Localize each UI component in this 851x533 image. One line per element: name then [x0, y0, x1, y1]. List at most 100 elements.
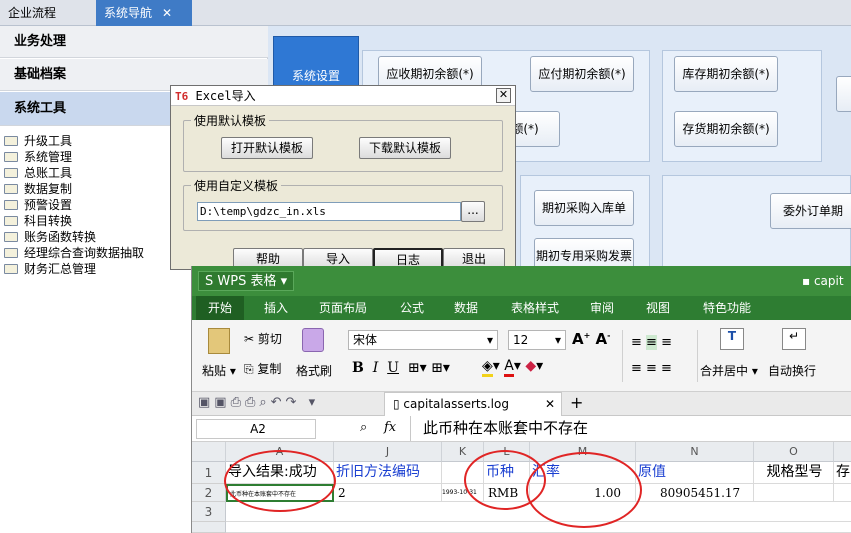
paste-icon[interactable] — [208, 328, 230, 354]
merge-icon[interactable]: T — [720, 328, 744, 350]
column-header[interactable]: J — [334, 442, 442, 462]
row-header[interactable]: 1 — [192, 462, 226, 484]
ribbon: 粘贴 ▾ ✂ 剪切 ⎘ 复制 格式刷 宋体 ▾ 12 ▾ A+ A- B I U ⊞… — [192, 320, 851, 392]
close-icon[interactable]: ✕ — [162, 6, 172, 20]
close-icon[interactable]: ✕ — [545, 393, 561, 415]
tab-label: 系统导航 — [104, 6, 153, 20]
merge-button[interactable]: 合并居中 ▾ — [700, 362, 758, 379]
dropdown-icon: ▾ — [554, 333, 561, 347]
cell-j2[interactable]: 2 — [334, 484, 442, 502]
app-name: WPS 表格 — [217, 274, 277, 289]
fx-icon[interactable]: fx — [384, 420, 396, 435]
excel-import-dialog: T6 Excel导入 ✕ 使用默认模板 打开默认模板 下载默认模板 使用自定义模… — [170, 85, 516, 270]
row-header[interactable]: 2 — [192, 484, 226, 502]
row-4-cells[interactable] — [226, 522, 851, 533]
sidebar-item-query[interactable]: 经理综合查询数据抽取 — [4, 245, 144, 261]
align-icons[interactable]: ≡ ≡ ≡ ≡ ≡ ≡ — [622, 330, 698, 382]
menu-start[interactable]: 开始 — [196, 296, 244, 320]
quick-access-bar: ▣▣⎙⎙⌕↶↷ ▾ ▯ capitalasserts.log ✕ + — [192, 392, 851, 416]
paste-button[interactable]: 粘贴 ▾ — [202, 362, 236, 379]
zoom-icon[interactable]: ⌕ — [360, 420, 367, 435]
format-painter-button[interactable]: 格式刷 — [296, 362, 332, 379]
copy-button[interactable]: ⎘ 复制 — [244, 360, 281, 377]
cut-button[interactable]: ✂ 剪切 — [244, 330, 282, 347]
dialog-titlebar: T6 Excel导入 — [171, 86, 515, 106]
bold-italic-underline-icons[interactable]: B I U ⊞▾ ⊞▾ — [352, 360, 450, 376]
cell-p1[interactable]: 存 — [834, 462, 851, 484]
sidebar-item-label: 总账工具 — [24, 166, 73, 180]
sidebar-item-ledger[interactable]: 总账工具 — [4, 165, 72, 181]
menu-table-style[interactable]: 表格样式 — [500, 296, 570, 320]
menu-insert[interactable]: 插入 — [252, 296, 300, 320]
sidebar-item-label: 财务汇总管理 — [24, 262, 97, 276]
close-icon[interactable]: ✕ — [496, 88, 511, 103]
fill-color-icon[interactable]: ◈▾ A▾ ◆▾ — [482, 358, 543, 377]
wrap-button[interactable]: 自动换行 — [768, 362, 816, 379]
open-default-template-button[interactable]: 打开默认模板 — [221, 137, 313, 159]
cell-o1[interactable]: 规格型号 — [754, 462, 834, 484]
cell-p2[interactable] — [834, 484, 851, 502]
font-family-select[interactable]: 宋体 ▾ — [348, 330, 498, 350]
tab-system-nav[interactable]: 系统导航 ✕ — [96, 0, 192, 26]
wps-app-button[interactable]: S WPS 表格 ▾ — [198, 271, 295, 291]
format-painter-icon[interactable] — [302, 328, 324, 352]
menu-review[interactable]: 审阅 — [578, 296, 626, 320]
sidebar-item-label: 升级工具 — [24, 134, 73, 148]
row-header[interactable]: 3 — [192, 502, 226, 522]
menu-features[interactable]: 特色功能 — [692, 296, 762, 320]
formula-bar: A2 ⌕ fx 此币种在本账套中不存在 — [192, 416, 851, 442]
sidebar-item-summary[interactable]: 财务汇总管理 — [4, 261, 96, 277]
menu-layout[interactable]: 页面布局 — [308, 296, 378, 320]
download-default-template-button[interactable]: 下载默认模板 — [359, 137, 451, 159]
nav-button-partial[interactable] — [836, 76, 851, 112]
cell-reference-box[interactable]: A2 — [196, 419, 316, 439]
sidebar-section-business[interactable]: 业务处理 — [0, 26, 268, 58]
corner-cell[interactable] — [192, 442, 226, 462]
sidebar-item-subject[interactable]: 科目转换 — [4, 213, 72, 229]
browse-button[interactable]: ... — [461, 201, 485, 222]
sidebar-item-label: 数据复制 — [24, 182, 73, 196]
grow-font-icon[interactable]: A+ A- — [572, 330, 610, 348]
font-size-select[interactable]: 12 ▾ — [508, 330, 566, 350]
wrap-icon[interactable]: ↵ — [782, 328, 806, 350]
cell-j1[interactable]: 折旧方法编码 — [334, 462, 442, 484]
size-value: 12 — [513, 333, 529, 347]
tab-enterprise-flow[interactable]: 企业流程 — [0, 0, 94, 26]
cell-n1[interactable]: 原值 — [636, 462, 754, 484]
wps-window: S WPS 表格 ▾ ▪ capit 开始 插入 页面布局 公式 数据 表格样式… — [191, 266, 851, 533]
sidebar-item-upgrade[interactable]: 升级工具 — [4, 133, 72, 149]
sidebar-item-func[interactable]: 账务函数转换 — [4, 229, 96, 245]
column-header[interactable]: O — [754, 442, 834, 462]
menu-data[interactable]: 数据 — [442, 296, 490, 320]
template-path-input[interactable]: D:\temp\gdzc_in.xls — [197, 202, 461, 221]
nav-button-ap[interactable]: 应付期初余额(*) — [530, 56, 634, 92]
sidebar-item-alert[interactable]: 预警设置 — [4, 197, 72, 213]
quick-access-icons[interactable]: ▣▣⎙⎙⌕↶↷ ▾ — [198, 395, 319, 410]
doc-icon: ▪ — [802, 274, 814, 288]
nav-button-purchase-in[interactable]: 期初采购入库单 — [534, 190, 634, 226]
nav-button-outsource[interactable]: 委外订单期初 — [770, 193, 851, 229]
folder-icon — [4, 184, 18, 194]
new-tab-icon[interactable]: + — [570, 393, 583, 412]
cell-ref-value: A2 — [250, 422, 266, 436]
scissors-icon: ✂ — [244, 332, 258, 346]
sidebar-item-label: 预警设置 — [24, 198, 73, 212]
group-label: 使用自定义模板 — [191, 177, 282, 194]
group-label: 使用默认模板 — [191, 112, 270, 129]
menu-formula[interactable]: 公式 — [388, 296, 436, 320]
row-header[interactable] — [192, 522, 226, 533]
sidebar-item-sysmgr[interactable]: 系统管理 — [4, 149, 72, 165]
menu-view[interactable]: 视图 — [634, 296, 682, 320]
file-icon: ▯ — [393, 397, 404, 411]
formula-input[interactable]: 此币种在本账套中不存在 — [410, 416, 851, 441]
file-tab[interactable]: ▯ capitalasserts.log ✕ — [384, 392, 562, 416]
column-header[interactable] — [834, 442, 851, 462]
column-header[interactable]: N — [636, 442, 754, 462]
nav-button-stock[interactable]: 库存期初余额(*) — [674, 56, 778, 92]
sidebar-item-copy[interactable]: 数据复制 — [4, 181, 72, 197]
cell-n2[interactable]: 80905451.17 — [636, 484, 754, 502]
cell-o2[interactable] — [754, 484, 834, 502]
nav-button-inventory[interactable]: 存货期初余额(*) — [674, 111, 778, 147]
folder-icon — [4, 248, 18, 258]
window-title: ▪ capit — [802, 274, 844, 288]
